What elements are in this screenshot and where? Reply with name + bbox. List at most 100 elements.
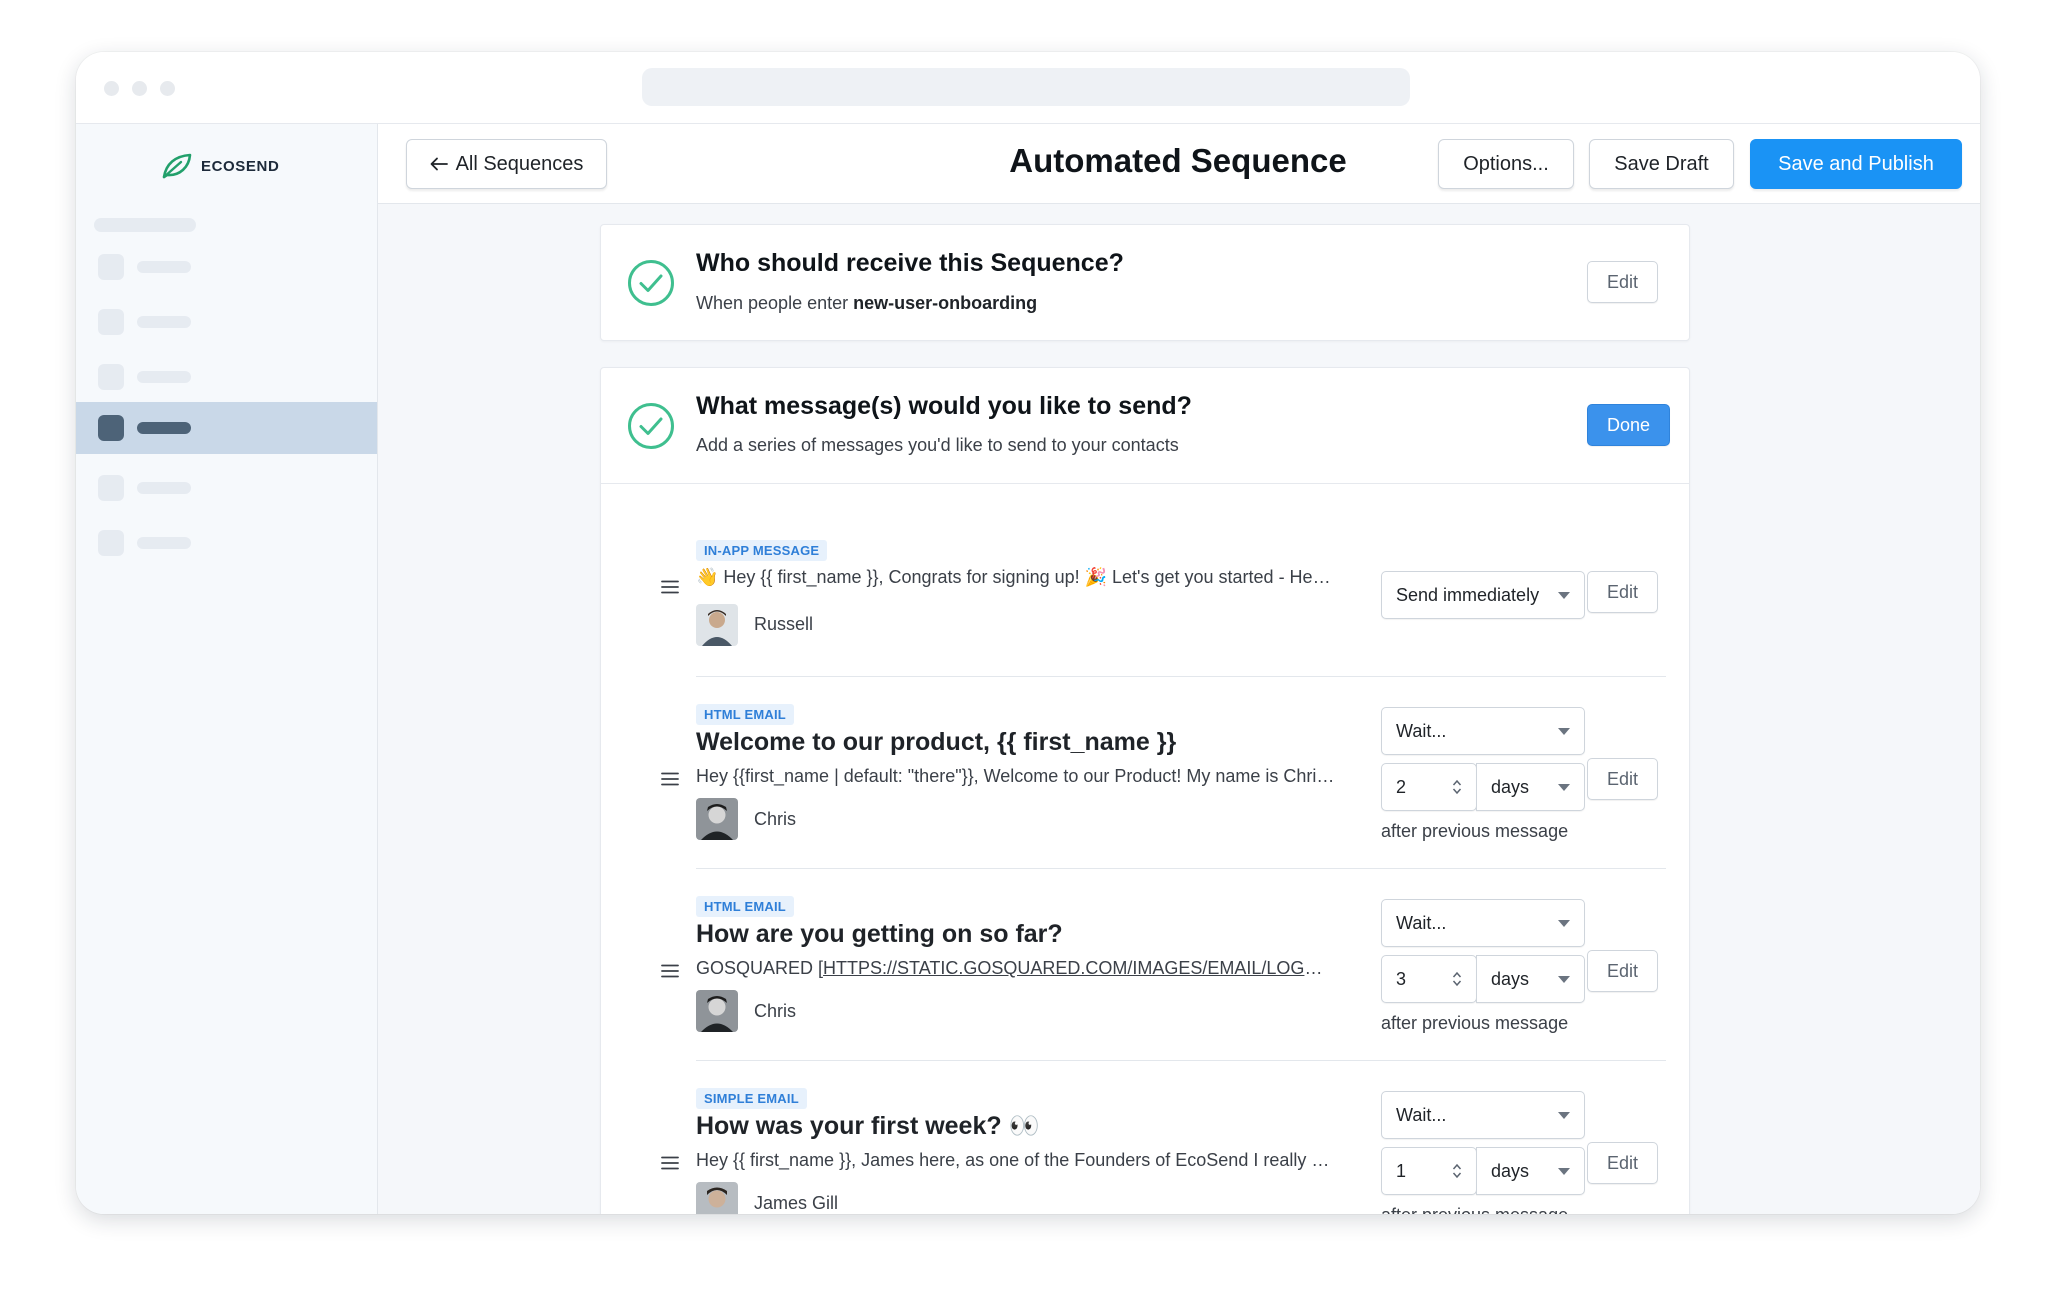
message-preview-link: HTTPS://STATIC.GOSQUARED.COM/IMAGES/EMAI…: [823, 958, 1336, 978]
message-row-4: SIMPLE EMAIL How was your first week? 👀 …: [601, 1060, 1691, 1214]
message-preview: 👋 Hey {{ first_name }}, Congrats for sig…: [696, 567, 1336, 587]
message-sender: Chris: [754, 809, 797, 829]
window-maximize-dot[interactable]: [160, 81, 175, 96]
sidebar: ECOSEND: [76, 124, 378, 1214]
chevron-down-icon: [1558, 728, 1570, 735]
messages-card: What message(s) would you like to send? …: [600, 367, 1690, 1214]
sidebar-item-2[interactable]: [76, 296, 377, 348]
leaf-icon: [162, 153, 192, 179]
nav-icon: [98, 364, 124, 390]
delay-unit-value: days: [1491, 968, 1530, 989]
logo-text: ECOSEND: [201, 157, 280, 175]
save-draft-button[interactable]: Save Draft: [1589, 139, 1734, 189]
nav-icon: [98, 475, 124, 501]
save-and-publish-button[interactable]: Save and Publish: [1750, 139, 1962, 189]
timing-select[interactable]: Send immediately: [1381, 571, 1585, 619]
chevron-down-icon: [1558, 1112, 1570, 1119]
address-bar[interactable]: [642, 68, 1410, 106]
messages-title: What message(s) would you like to send?: [696, 392, 1192, 420]
delay-amount-value: 2: [1396, 776, 1407, 797]
drag-handle-icon[interactable]: [661, 964, 679, 978]
page-header: All Sequences Automated Sequence Options…: [378, 124, 1980, 204]
timing-select[interactable]: Wait...: [1381, 1091, 1585, 1139]
message-edit-button[interactable]: Edit: [1587, 758, 1658, 800]
sidebar-item-3[interactable]: [76, 351, 377, 403]
drag-handle-icon[interactable]: [661, 1156, 679, 1170]
message-type-badge: SIMPLE EMAIL: [696, 1088, 807, 1109]
message-edit-button[interactable]: Edit: [1587, 1142, 1658, 1184]
message-type-badge: IN-APP MESSAGE: [696, 540, 828, 561]
stepper-icon[interactable]: [1452, 970, 1462, 988]
drag-handle-icon[interactable]: [661, 772, 679, 786]
ecosend-logo[interactable]: ECOSEND: [161, 149, 279, 183]
audience-title: Who should receive this Sequence?: [696, 249, 1124, 277]
stepper-icon[interactable]: [1452, 778, 1462, 796]
message-sender: James Gill: [754, 1193, 839, 1213]
app-window: ECOSEND All Sequences Automated Sequence…: [76, 52, 1980, 1214]
page-title: Automated Sequence: [1009, 142, 1347, 179]
sidebar-item-5[interactable]: [76, 462, 377, 514]
title-bar: [76, 52, 1980, 124]
nav-icon: [98, 309, 124, 335]
message-preview: GOSQUARED [HTTPS://STATIC.GOSQUARED.COM/…: [696, 958, 1336, 979]
delay-amount-value: 1: [1396, 1160, 1407, 1181]
audience-card: Who should receive this Sequence? When p…: [600, 224, 1690, 341]
message-row-2: HTML EMAIL Welcome to our product, {{ fi…: [601, 676, 1691, 868]
sidebar-item-sequences-active[interactable]: [76, 402, 377, 454]
after-previous-label: after previous message: [1381, 1013, 1569, 1033]
message-row-3: HTML EMAIL How are you getting on so far…: [601, 868, 1691, 1060]
delay-amount-value: 3: [1396, 968, 1407, 989]
nav-label-placeholder: [137, 482, 191, 494]
message-subject: How are you getting on so far?: [696, 920, 1063, 948]
message-row-1: IN-APP MESSAGE 👋 Hey {{ first_name }}, C…: [601, 484, 1691, 676]
stepper-icon[interactable]: [1452, 1162, 1462, 1180]
message-edit-button[interactable]: Edit: [1587, 571, 1658, 613]
delay-amount-input[interactable]: 1: [1381, 1147, 1477, 1195]
sidebar-item-6[interactable]: [76, 517, 377, 569]
nav-label-placeholder: [137, 537, 191, 549]
delay-unit-value: days: [1491, 1160, 1530, 1181]
message-sender: Chris: [754, 1001, 797, 1021]
avatar: [696, 604, 738, 646]
sidebar-item-1[interactable]: [76, 241, 377, 293]
nav-icon: [98, 415, 124, 441]
nav-label-placeholder: [137, 316, 191, 328]
main-content: Who should receive this Sequence? When p…: [378, 204, 1980, 1214]
timing-select[interactable]: Wait...: [1381, 899, 1585, 947]
nav-icon: [98, 254, 124, 280]
sidebar-heading-placeholder: [94, 218, 196, 232]
message-edit-button[interactable]: Edit: [1587, 950, 1658, 992]
back-to-sequences-button[interactable]: All Sequences: [406, 139, 607, 189]
check-circle-icon: [628, 403, 674, 449]
message-preview: Hey {{ first_name }}, James here, as one…: [696, 1150, 1336, 1170]
audience-subtitle-prefix: When people enter: [696, 293, 849, 313]
delay-unit-select[interactable]: days: [1476, 1147, 1585, 1195]
delay-unit-select[interactable]: days: [1476, 955, 1585, 1003]
back-button-label: All Sequences: [455, 152, 584, 175]
drag-handle-icon[interactable]: [661, 580, 679, 594]
after-previous-label: after previous message: [1381, 1205, 1568, 1214]
timing-select-value: Send immediately: [1396, 584, 1540, 605]
delay-amount-input[interactable]: 2: [1381, 763, 1477, 811]
message-subject: How was your first week? 👀: [696, 1112, 1040, 1140]
timing-select-value: Wait...: [1396, 912, 1447, 933]
check-circle-icon: [628, 260, 674, 306]
window-minimize-dot[interactable]: [132, 81, 147, 96]
timing-select[interactable]: Wait...: [1381, 707, 1585, 755]
audience-edit-button[interactable]: Edit: [1587, 261, 1658, 303]
done-button[interactable]: Done: [1587, 404, 1670, 446]
timing-select-value: Wait...: [1396, 720, 1447, 741]
delay-unit-select[interactable]: days: [1476, 763, 1585, 811]
audience-segment: new-user-onboarding: [853, 293, 1038, 313]
options-button[interactable]: Options...: [1438, 139, 1574, 189]
after-previous-label: after previous message: [1381, 821, 1569, 841]
audience-subtitle: When people enter new-user-onboarding: [696, 293, 1037, 314]
window-close-dot[interactable]: [104, 81, 119, 96]
delay-unit-value: days: [1491, 776, 1530, 797]
chevron-down-icon: [1558, 784, 1570, 791]
message-preview-prefix: GOSQUARED [: [696, 958, 824, 978]
nav-label-placeholder: [137, 261, 191, 273]
message-type-badge: HTML EMAIL: [696, 704, 794, 725]
delay-amount-input[interactable]: 3: [1381, 955, 1477, 1003]
nav-icon: [98, 530, 124, 556]
